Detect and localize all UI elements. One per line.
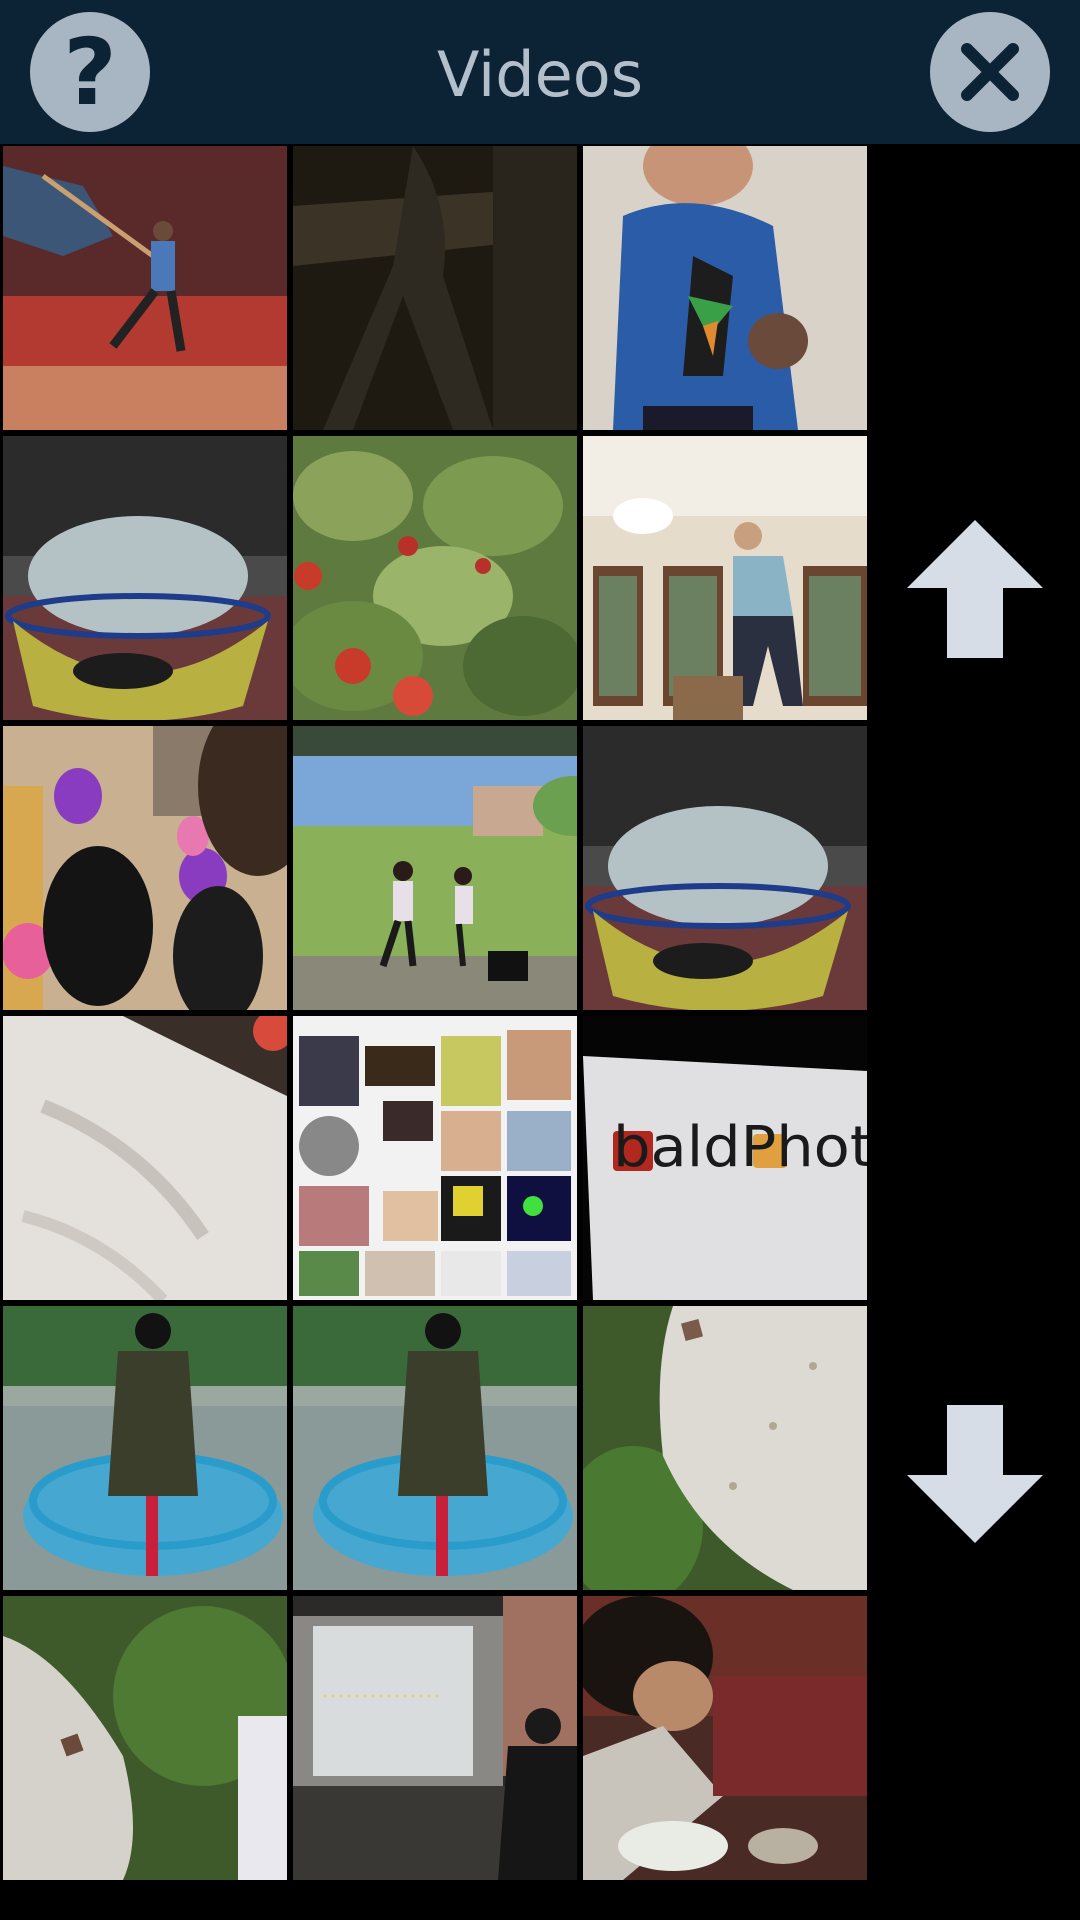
video-thumbnail-dark-street[interactable] <box>293 146 577 430</box>
video-grid: baldPhot <box>0 144 870 1884</box>
video-thumbnail-person-eating[interactable] <box>583 1596 867 1880</box>
thumbnail-image <box>583 436 867 720</box>
thumbnail-image <box>583 726 867 1010</box>
thumbnail-image <box>3 1016 287 1300</box>
video-thumbnail-bowl-outdoor-2[interactable] <box>583 726 867 1010</box>
video-thumbnail-stage-performance[interactable] <box>293 726 577 1010</box>
thumbnail-image <box>583 1596 867 1880</box>
thumbnail-image <box>293 1016 577 1300</box>
thumbnail-image: baldPhot <box>583 1016 867 1300</box>
video-thumbnail-white-shirt-closeup[interactable] <box>3 1016 287 1300</box>
video-thumbnail-bowl-outdoor[interactable] <box>3 436 287 720</box>
thumbnail-image <box>293 1596 577 1880</box>
close-button[interactable] <box>930 12 1050 132</box>
video-thumbnail-man-dining-room[interactable] <box>583 436 867 720</box>
video-thumbnail-baldphoto-sign[interactable]: baldPhot <box>583 1016 867 1300</box>
video-thumbnail-carousel-rider[interactable] <box>3 1306 287 1590</box>
sign-text: baldPhot <box>613 1115 867 1180</box>
video-thumbnail-boy-blue-shirt[interactable] <box>583 146 867 430</box>
scroll-down-button[interactable] <box>905 1405 1045 1545</box>
video-thumbnail-carousel-rider-2[interactable] <box>293 1306 577 1590</box>
thumbnail-image <box>293 436 577 720</box>
thumbnail-image <box>293 726 577 1010</box>
video-thumbnail-granite-rock-2[interactable] <box>3 1596 287 1880</box>
page-title: Videos <box>436 38 643 111</box>
thumbnail-image <box>293 1306 577 1590</box>
thumbnail-image <box>3 436 287 720</box>
arrow-down-icon <box>907 1405 1043 1543</box>
thumbnail-image <box>583 1306 867 1590</box>
video-thumbnail-projector-room[interactable] <box>293 1596 577 1880</box>
top-bar: ? Videos <box>0 0 1080 144</box>
video-thumbnail-granite-rock[interactable] <box>583 1306 867 1590</box>
scroll-up-button[interactable] <box>905 518 1045 658</box>
close-icon <box>961 43 1019 101</box>
thumbnail-image <box>3 726 287 1010</box>
arrow-up-icon <box>907 520 1043 658</box>
video-thumbnail-flag-dancer[interactable] <box>3 146 287 430</box>
thumbnail-image <box>3 1596 287 1880</box>
thumbnail-image <box>583 146 867 430</box>
video-thumbnail-photo-collage[interactable] <box>293 1016 577 1300</box>
thumbnail-image <box>3 1306 287 1590</box>
video-thumbnail-raspberry-bush[interactable] <box>293 436 577 720</box>
thumbnail-image <box>293 146 577 430</box>
thumbnail-image <box>3 146 287 430</box>
video-thumbnail-balloon-party[interactable] <box>3 726 287 1010</box>
